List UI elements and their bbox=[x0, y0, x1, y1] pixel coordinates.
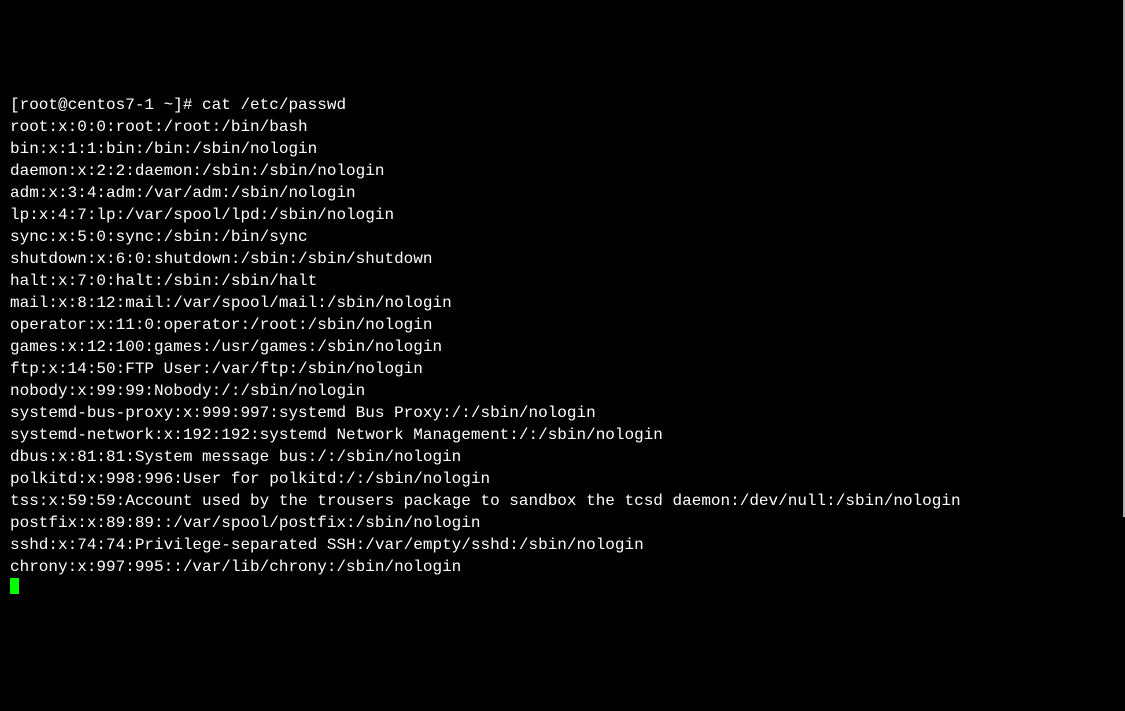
output-line: systemd-bus-proxy:x:999:997:systemd Bus … bbox=[10, 402, 1113, 424]
output-line: shutdown:x:6:0:shutdown:/sbin:/sbin/shut… bbox=[10, 248, 1113, 270]
output-line: chrony:x:997:995::/var/lib/chrony:/sbin/… bbox=[10, 556, 1113, 578]
cursor-icon bbox=[10, 578, 19, 594]
output-line: root:x:0:0:root:/root:/bin/bash bbox=[10, 116, 1113, 138]
command-text: cat /etc/passwd bbox=[202, 96, 346, 114]
output-line: polkitd:x:998:996:User for polkitd:/:/sb… bbox=[10, 468, 1113, 490]
cursor-line bbox=[10, 578, 1113, 601]
output-line: tss:x:59:59:Account used by the trousers… bbox=[10, 490, 1113, 512]
output-line: ftp:x:14:50:FTP User:/var/ftp:/sbin/nolo… bbox=[10, 358, 1113, 380]
output-line: operator:x:11:0:operator:/root:/sbin/nol… bbox=[10, 314, 1113, 336]
output-line: daemon:x:2:2:daemon:/sbin:/sbin/nologin bbox=[10, 160, 1113, 182]
output-line: dbus:x:81:81:System message bus:/:/sbin/… bbox=[10, 446, 1113, 468]
output-line: bin:x:1:1:bin:/bin:/sbin/nologin bbox=[10, 138, 1113, 160]
output-line: mail:x:8:12:mail:/var/spool/mail:/sbin/n… bbox=[10, 292, 1113, 314]
output-line: postfix:x:89:89::/var/spool/postfix:/sbi… bbox=[10, 512, 1113, 534]
terminal[interactable]: [root@centos7-1 ~]# cat /etc/passwdroot:… bbox=[10, 94, 1113, 601]
output-line: adm:x:3:4:adm:/var/adm:/sbin/nologin bbox=[10, 182, 1113, 204]
output-line: games:x:12:100:games:/usr/games:/sbin/no… bbox=[10, 336, 1113, 358]
output-line: sync:x:5:0:sync:/sbin:/bin/sync bbox=[10, 226, 1113, 248]
output-line: halt:x:7:0:halt:/sbin:/sbin/halt bbox=[10, 270, 1113, 292]
shell-prompt: [root@centos7-1 ~]# bbox=[10, 96, 202, 114]
command-line: [root@centos7-1 ~]# cat /etc/passwd bbox=[10, 94, 1113, 116]
output-line: sshd:x:74:74:Privilege-separated SSH:/va… bbox=[10, 534, 1113, 556]
output-line: systemd-network:x:192:192:systemd Networ… bbox=[10, 424, 1113, 446]
output-line: nobody:x:99:99:Nobody:/:/sbin/nologin bbox=[10, 380, 1113, 402]
output-line: lp:x:4:7:lp:/var/spool/lpd:/sbin/nologin bbox=[10, 204, 1113, 226]
